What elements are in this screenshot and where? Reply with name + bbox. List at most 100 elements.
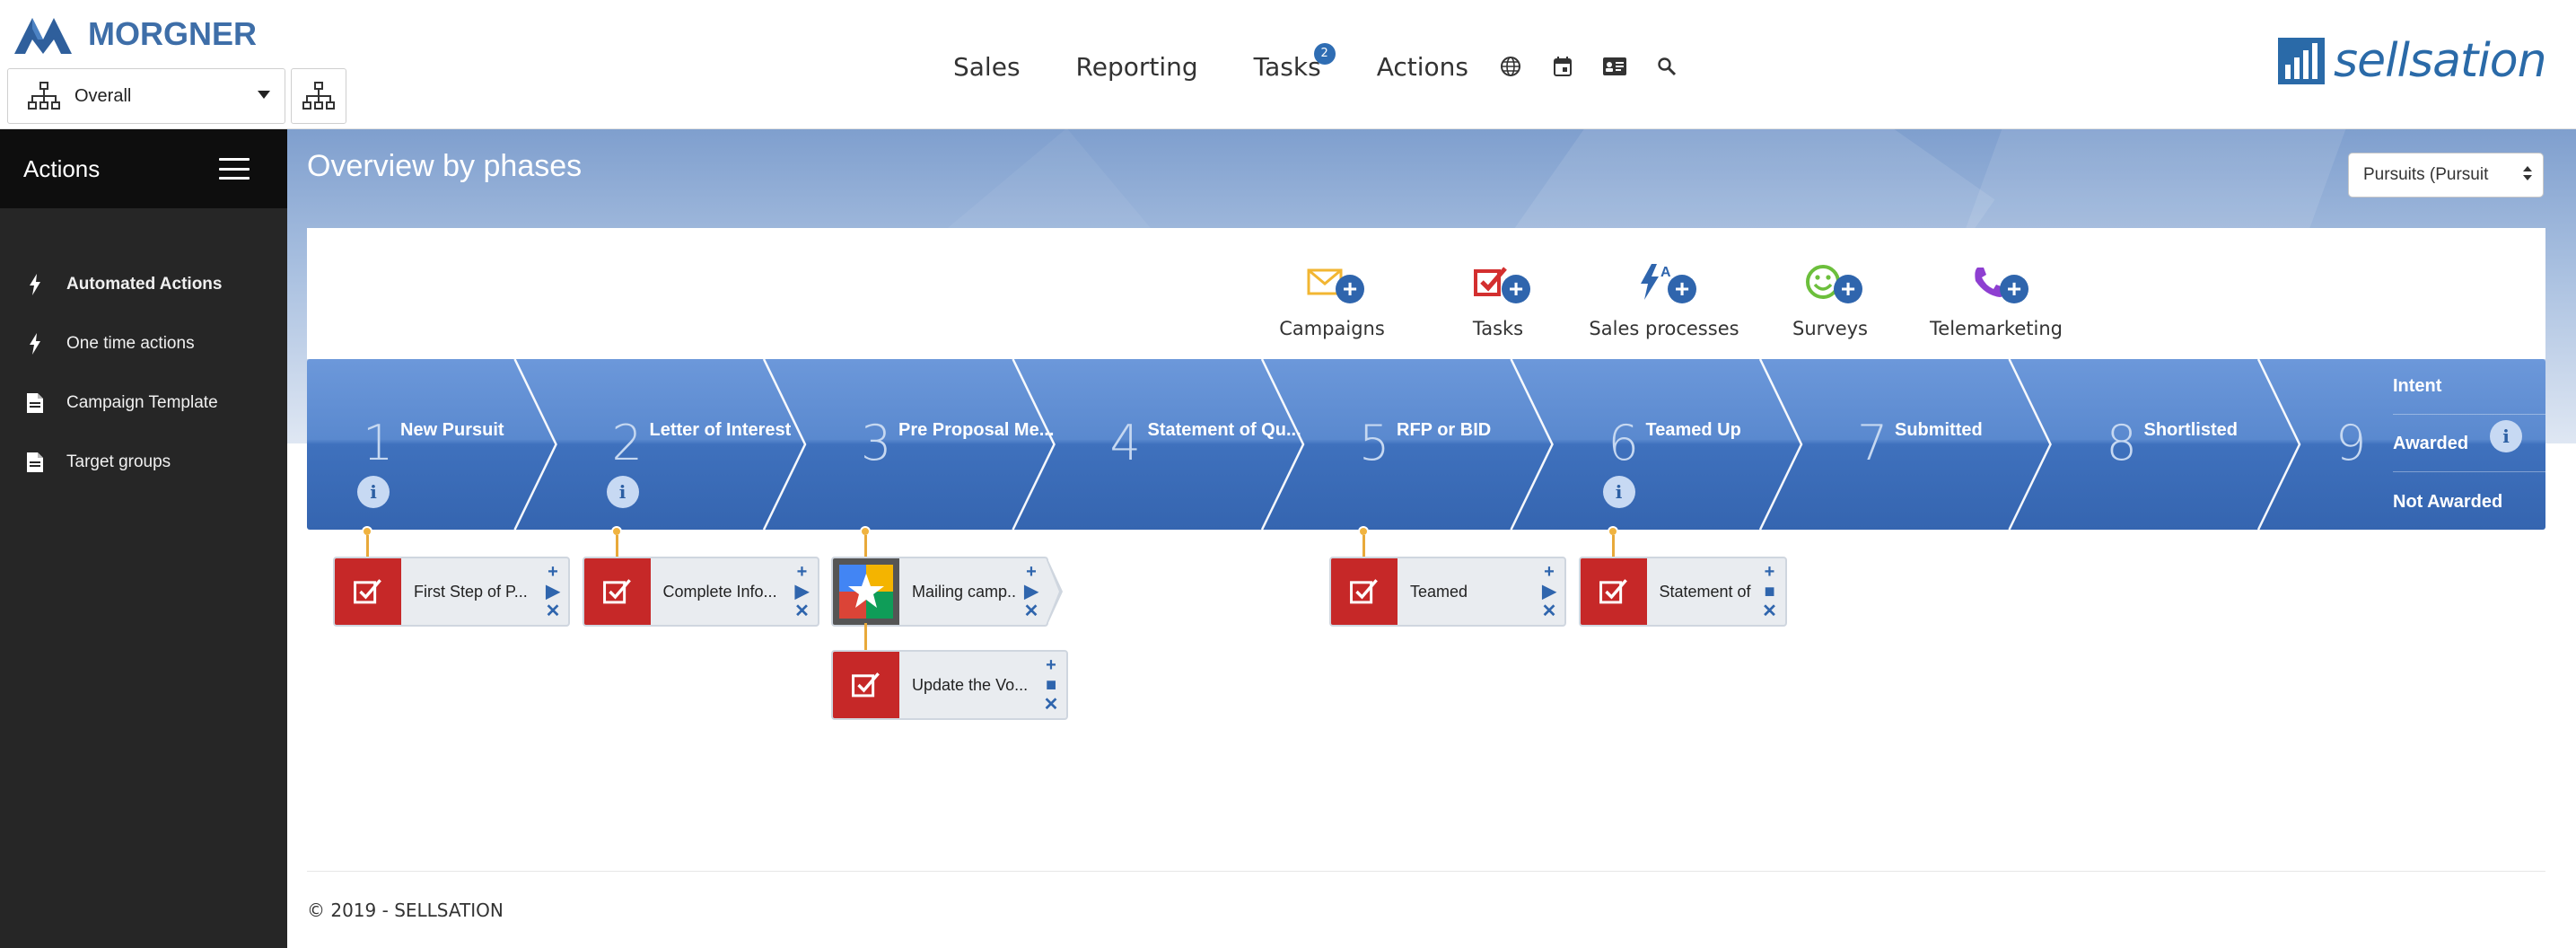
phase-name: Shortlisted (2143, 420, 2238, 440)
company-logo[interactable]: MORGNER (13, 13, 257, 56)
phase-info-icon[interactable]: i (606, 476, 639, 508)
close-icon[interactable]: ✕ (794, 602, 810, 620)
tool-label: Campaigns (1279, 318, 1385, 339)
add-telemarketing-button[interactable]: + (2000, 275, 2028, 303)
add-icon[interactable]: + (1026, 563, 1037, 581)
phase-number: 7 (1857, 415, 1888, 471)
phase-number: 8 (2106, 415, 2137, 471)
add-sales-process-button[interactable]: + (1668, 275, 1696, 303)
close-icon[interactable]: ✕ (1542, 602, 1557, 620)
phase-name: Teamed Up (1645, 420, 1741, 440)
page-title: Overview by phases (307, 149, 583, 183)
stop-icon[interactable]: ■ (1046, 676, 1056, 694)
action-card-label: First Step of P... (414, 582, 528, 601)
action-card[interactable]: First Step of P... + ▶ ✕ (333, 557, 570, 627)
sellsation-logo[interactable]: sellsation (2278, 34, 2547, 88)
action-card-label: Complete Info... (662, 582, 777, 601)
sidebar-item-label: One time actions (66, 334, 195, 353)
action-card[interactable]: Statement of ... + ■✕ (1578, 557, 1787, 627)
main-content: Overview by phases Pursuits (Pursuit + C… (287, 129, 2576, 948)
document-icon (25, 451, 45, 474)
context-select[interactable]: Overall (7, 68, 285, 124)
action-card[interactable]: Teamed + ▶ ✕ (1329, 557, 1566, 627)
tool-surveys[interactable]: + Surveys (1749, 262, 1911, 339)
phase-name: Letter of Interest (649, 420, 792, 440)
hierarchy-icon (24, 76, 64, 116)
sidebar-item-target-groups[interactable]: Target groups (0, 433, 287, 492)
add-task-button[interactable]: + (1502, 275, 1530, 303)
phase-1[interactable]: 1 New Pursuit i (307, 359, 556, 530)
nav-actions[interactable]: Actions (1377, 52, 1468, 82)
action-card-label: Teamed (1410, 582, 1468, 601)
sidebar-item-campaign-template[interactable]: Campaign Template (0, 373, 287, 433)
stop-icon[interactable]: ■ (1764, 583, 1774, 601)
close-icon[interactable]: ✕ (1024, 602, 1039, 620)
play-icon[interactable]: ▶ (546, 583, 559, 601)
globe-icon[interactable] (1495, 51, 1526, 82)
action-card[interactable]: Complete Info... + ▶ ✕ (582, 557, 819, 627)
phase-4[interactable]: 4 Statement of Qu... (1055, 359, 1304, 530)
tool-telemarketing[interactable]: + Telemarketing (1915, 262, 2077, 339)
pursuit-select-value: Pursuits (Pursuit (2363, 165, 2489, 184)
phase-8[interactable]: 8 Shortlisted (2051, 359, 2300, 530)
pursuit-type-select[interactable]: Pursuits (Pursuit (2348, 153, 2544, 198)
add-campaign-button[interactable]: + (1336, 275, 1364, 303)
nav-tasks[interactable]: Tasks 2 (1254, 42, 1336, 82)
phase-7[interactable]: 7 Submitted (1801, 359, 2051, 530)
tool-label: Telemarketing (1930, 318, 2063, 339)
add-icon[interactable]: + (548, 563, 558, 581)
google-star-icon (833, 558, 899, 625)
phase-9-option-awarded[interactable]: Awarded (2393, 417, 2545, 472)
sellsation-brand-text: sellsation (2334, 34, 2547, 88)
sidebar-item-one-time-actions[interactable]: One time actions (0, 314, 287, 373)
action-card[interactable]: Update the Vo... + ■ ✕ (831, 650, 1068, 720)
play-icon[interactable]: ▶ (1024, 583, 1038, 601)
search-icon[interactable] (1652, 51, 1682, 82)
action-card-label: Statement of ... (1659, 582, 1755, 601)
phase-number: 6 (1608, 415, 1639, 471)
action-card-controls: + ▶ ✕ (787, 558, 818, 625)
nav-reporting[interactable]: Reporting (1076, 52, 1198, 82)
svg-text:A: A (1660, 265, 1671, 280)
action-card-label: Mailing camp... (912, 582, 1016, 601)
tool-sales-processes[interactable]: A + Sales processes (1583, 262, 1745, 339)
action-card-controls: + ■ ✕ (1036, 652, 1066, 718)
add-icon[interactable]: + (1544, 563, 1555, 581)
nav-sales[interactable]: Sales (953, 52, 1021, 82)
phase-info-icon[interactable]: i (1602, 476, 1635, 508)
action-card-controls: + ▶ ✕ (1534, 558, 1564, 625)
document-icon (25, 391, 45, 415)
add-survey-button[interactable]: + (1834, 275, 1862, 303)
add-icon[interactable]: + (797, 563, 808, 581)
connector-line (1611, 535, 1615, 557)
action-card[interactable]: Mailing camp... + ▶ ✕ (831, 557, 1063, 627)
sidebar-item-automated-actions[interactable]: Automated Actions (0, 255, 287, 314)
phase-number: 5 (1359, 415, 1390, 471)
connector-line (1362, 535, 1365, 557)
close-icon[interactable]: ✕ (1762, 602, 1777, 620)
phase-info-icon[interactable]: i (357, 476, 390, 508)
phase-9-option-not-awarded[interactable]: Not Awarded (2393, 474, 2545, 530)
phase-2[interactable]: 2 Letter of Interest i (556, 359, 806, 530)
play-icon[interactable]: ▶ (795, 583, 809, 601)
contact-card-icon[interactable] (1599, 51, 1630, 82)
phase-9-option-intent[interactable]: Intent (2393, 359, 2545, 415)
sidebar-title: Actions (23, 154, 101, 182)
close-icon[interactable]: ✕ (1044, 696, 1059, 714)
phase-5[interactable]: 5 RFP or BID (1303, 359, 1553, 530)
phase-3[interactable]: 3 Pre Proposal Me... (805, 359, 1055, 530)
tool-tasks[interactable]: + Tasks (1417, 262, 1579, 339)
morgner-logo-icon (14, 18, 72, 54)
hamburger-menu-icon[interactable] (219, 158, 250, 180)
tool-campaigns[interactable]: + Campaigns (1251, 262, 1413, 339)
hierarchy-button[interactable] (291, 68, 346, 124)
calendar-icon[interactable] (1547, 51, 1578, 82)
add-icon[interactable]: + (1046, 656, 1056, 674)
phase-6[interactable]: 6 Teamed Up i (1553, 359, 1802, 530)
bolt-icon (25, 332, 45, 356)
play-icon[interactable]: ▶ (1542, 583, 1555, 601)
close-icon[interactable]: ✕ (546, 602, 561, 620)
phase-9-info-icon[interactable]: i (2490, 420, 2522, 452)
phase-number: 3 (861, 415, 892, 471)
add-icon[interactable]: + (1765, 563, 1775, 581)
